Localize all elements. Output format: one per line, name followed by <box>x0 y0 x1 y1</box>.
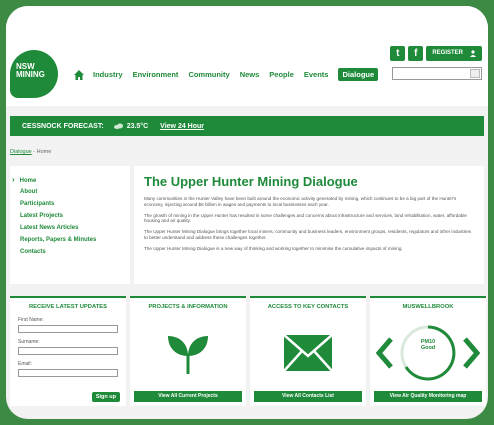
register-button[interactable]: REGISTER <box>426 46 482 61</box>
forecast-label: CESSNOCK FORECAST: <box>22 122 104 130</box>
projects-card-title: PROJECTS & INFORMATION <box>148 304 228 310</box>
nsw-mining-logo[interactable]: NSW MINING <box>10 50 58 98</box>
side-menu-contacts[interactable]: Contacts <box>20 246 130 258</box>
site-header: NSW MINING t f REGISTER Industry Environ… <box>6 6 488 106</box>
side-menu-about[interactable]: About <box>20 186 130 198</box>
nav-events[interactable]: Events <box>304 70 329 79</box>
header-actions: t f REGISTER <box>390 46 482 61</box>
nav-people[interactable]: People <box>269 70 294 79</box>
contacts-card-title: ACCESS TO KEY CONTACTS <box>267 304 349 310</box>
view-current-projects-button[interactable]: View All Current Projects <box>134 391 242 402</box>
surname-label: Surname: <box>18 339 40 345</box>
side-menu-latest-news[interactable]: Latest News Articles <box>20 222 130 234</box>
page-title: The Upper Hunter Mining Dialogue <box>144 174 358 189</box>
user-icon <box>470 50 476 57</box>
logo-text-line2: MINING <box>16 70 45 79</box>
email-field[interactable] <box>18 369 118 377</box>
intro-paragraph-3: The Upper Hunter Mining Dialogue brings … <box>144 229 472 240</box>
updates-card: RECEIVE LATEST UPDATES First Name: Surna… <box>10 296 126 406</box>
air-quality-card: MUSWELLBROOK PM10 Good View Air Quality … <box>370 296 486 406</box>
air-quality-graphic <box>370 318 486 388</box>
breadcrumb: Dialogue - Home <box>10 149 51 155</box>
first-name-field[interactable] <box>18 325 118 333</box>
view-24-hour-link[interactable]: View 24 Hour <box>160 123 204 130</box>
page: NSW MINING t f REGISTER Industry Environ… <box>6 6 488 419</box>
breadcrumb-current: Home <box>36 149 52 155</box>
forecast-bar: CESSNOCK FORECAST: 23.5°C View 24 Hour <box>10 116 484 136</box>
intro-paragraph-1: Many communities in the Hunter Valley ha… <box>144 196 457 207</box>
temperature-value: 23.5°C <box>126 122 149 130</box>
view-air-quality-map-button[interactable]: View Air Quality Monitoring map <box>374 391 482 402</box>
signup-form: First Name: Surname: Email: <box>10 310 126 377</box>
envelope-icon <box>283 334 333 372</box>
forecast-temperature: 23.5°C <box>113 122 149 130</box>
projects-card: PROJECTS & INFORMATION View All Current … <box>130 296 246 406</box>
air-quality-gauge <box>375 325 481 381</box>
intro-paragraph-4: The Upper Hunter Mining Dialogue is a ne… <box>144 245 403 251</box>
main-content: The Upper Hunter Mining Dialogue Many co… <box>134 166 484 284</box>
home-icon[interactable] <box>74 69 84 80</box>
side-menu-home[interactable]: Home <box>20 174 130 186</box>
twitter-icon[interactable]: t <box>390 46 406 61</box>
nav-industry[interactable]: Industry <box>93 70 123 79</box>
side-menu: Home About Participants Latest Projects … <box>10 166 130 284</box>
nav-environment[interactable]: Environment <box>133 70 179 79</box>
breadcrumb-dialogue[interactable]: Dialogue <box>10 149 32 155</box>
email-label: Email: <box>18 361 32 367</box>
facebook-icon[interactable]: f <box>408 46 424 61</box>
intro-paragraph-2: The growth of mining in the Upper Hunter… <box>144 212 467 224</box>
register-label: REGISTER <box>432 50 463 56</box>
search-icon[interactable] <box>470 69 480 78</box>
air-quality-status: Good <box>420 345 436 351</box>
main-nav: Industry Environment Community News Peop… <box>74 68 382 81</box>
sprout-icon <box>168 336 208 374</box>
first-name-label: First Name: <box>18 317 44 323</box>
side-menu-participants[interactable]: Participants <box>20 198 130 210</box>
contacts-card-graphic <box>250 318 366 388</box>
pm10-reading: PM10 Good <box>370 339 486 351</box>
nav-community[interactable]: Community <box>188 70 229 79</box>
side-menu-reports[interactable]: Reports, Papers & Minutes <box>20 234 130 246</box>
sign-up-button[interactable]: Sign up <box>91 392 120 402</box>
cloud-icon <box>113 123 123 129</box>
view-contacts-list-button[interactable]: View All Contacts List <box>254 391 362 402</box>
search-box[interactable] <box>392 67 482 80</box>
nav-dialogue[interactable]: Dialogue <box>338 68 379 81</box>
nav-news[interactable]: News <box>240 70 260 79</box>
projects-card-graphic <box>130 318 246 388</box>
air-quality-card-title: MUSWELLBROOK <box>402 304 454 310</box>
side-menu-latest-projects[interactable]: Latest Projects <box>20 210 130 222</box>
contacts-card: ACCESS TO KEY CONTACTS View All Contacts… <box>250 296 366 406</box>
surname-field[interactable] <box>18 347 118 355</box>
